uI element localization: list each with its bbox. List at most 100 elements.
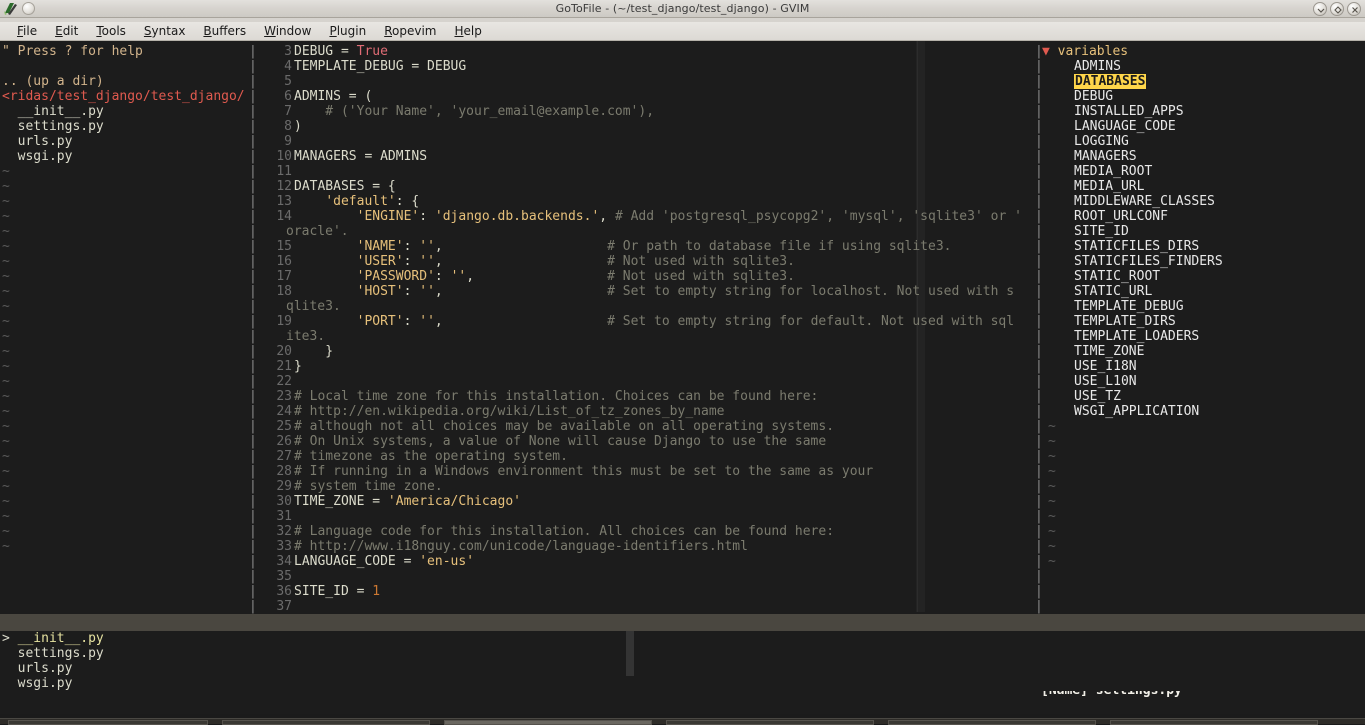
code-line-text[interactable]: oracle'. <box>286 224 349 239</box>
taskbar-item[interactable] <box>1110 720 1318 725</box>
taskbar-item[interactable] <box>222 720 430 725</box>
code-line-text[interactable]: # system time zone. <box>294 479 443 494</box>
explorer-file-item[interactable]: wsgi.py <box>2 149 73 164</box>
gotofile-result-item[interactable]: settings.py <box>2 646 104 661</box>
menu-bar[interactable]: File Edit Tools Syntax Buffers Window Plugin Ro… <box>0 22 1365 41</box>
desktop-taskbar[interactable] <box>0 718 1365 725</box>
code-line-text[interactable]: MANAGERS = ADMINS <box>294 149 427 164</box>
code-line-text[interactable]: qlite3. <box>286 299 341 314</box>
gotofile-scrollbar[interactable] <box>626 631 634 676</box>
explorer-file-item[interactable]: __init__.py <box>2 104 104 119</box>
code-line-text[interactable]: # although not all choices may be availa… <box>294 419 834 434</box>
taglist-empty-line-marker: ~ <box>1048 524 1056 539</box>
taglist-item-language_code[interactable]: LANGUAGE_CODE <box>1074 119 1176 134</box>
taglist-item-admins[interactable]: ADMINS <box>1074 59 1121 74</box>
taglist-item-managers[interactable]: MANAGERS <box>1074 149 1137 164</box>
taglist-empty-line-marker: ~ <box>1048 464 1056 479</box>
code-line-text[interactable]: ite3. <box>286 329 325 344</box>
taglist-item-media_url[interactable]: MEDIA_URL <box>1074 179 1144 194</box>
menu-item-ropevim[interactable]: Ropevim <box>375 22 445 40</box>
code-line-text[interactable]: } <box>294 344 333 359</box>
gotofile-scrollbar-thumb[interactable] <box>626 631 634 676</box>
menu-item-file[interactable]: File <box>8 22 46 40</box>
taskbar-item-active[interactable] <box>444 720 652 725</box>
taglist-empty-line-marker: ~ <box>1048 509 1056 524</box>
taglist-item-debug[interactable]: DEBUG <box>1074 89 1113 104</box>
file-explorer-pane[interactable]: " Press ? for help .. (up a dir) <ridas/te… <box>0 41 250 612</box>
taglist-item-wsgi_application[interactable]: WSGI_APPLICATION <box>1074 404 1199 419</box>
code-line-text[interactable]: ) <box>294 119 302 134</box>
code-line-text[interactable]: 'PORT': '', # Set to empty string for de… <box>294 314 1014 329</box>
taglist-item-time_zone[interactable]: TIME_ZONE <box>1074 344 1144 359</box>
taglist-item-root_urlconf[interactable]: ROOT_URLCONF <box>1074 209 1168 224</box>
code-line-text[interactable]: # http://en.wikipedia.org/wiki/List_of_t… <box>294 404 724 419</box>
code-line-text[interactable]: # Local time zone for this installation.… <box>294 389 818 404</box>
code-line-text[interactable]: # timezone as the operating system. <box>294 449 568 464</box>
explorer-file-item[interactable]: settings.py <box>2 119 104 134</box>
taglist-group-header[interactable]: ▼ variables <box>1042 44 1128 59</box>
gotofile-result-item[interactable]: wsgi.py <box>2 676 73 691</box>
menu-item-syntax[interactable]: Syntax <box>135 22 195 40</box>
code-line-text[interactable]: 'ENGINE': 'django.db.backends.', # Add '… <box>294 209 1022 224</box>
gotofile-result-item[interactable]: > __init__.py <box>2 631 104 646</box>
taglist-item-use_l10n[interactable]: USE_L10N <box>1074 374 1137 389</box>
code-line-text[interactable]: DEBUG = True <box>294 44 388 59</box>
code-line-text[interactable]: # http://www.i18nguy.com/unicode/languag… <box>294 539 748 554</box>
taglist-item-static_url[interactable]: STATIC_URL <box>1074 284 1152 299</box>
taglist-item-static_root[interactable]: STATIC_ROOT <box>1074 269 1160 284</box>
code-line-text[interactable]: } <box>294 359 302 374</box>
code-token: : <box>403 239 420 254</box>
code-line-text[interactable]: TEMPLATE_DEBUG = DEBUG <box>294 59 466 74</box>
close-button[interactable] <box>1347 2 1361 16</box>
taglist-item-databases[interactable]: DATABASES <box>1074 74 1147 89</box>
code-line-text[interactable]: # On Unix systems, a value of None will … <box>294 434 826 449</box>
taskbar-item[interactable] <box>888 720 1096 725</box>
code-line-text[interactable]: # If running in a Windows environment th… <box>294 464 873 479</box>
taglist-item-staticfiles_finders[interactable]: STATICFILES_FINDERS <box>1074 254 1223 269</box>
taglist-item-template_loaders[interactable]: TEMPLATE_LOADERS <box>1074 329 1199 344</box>
code-line-text[interactable]: 'USER': '', # Not used with sqlite3. <box>294 254 795 269</box>
code-line-text[interactable]: LANGUAGE_CODE = 'en-us' <box>294 554 474 569</box>
code-line-text[interactable]: ADMINS = ( <box>294 89 372 104</box>
code-token: # On Unix systems, a value of None will … <box>294 434 827 449</box>
taglist-item-middleware_classes[interactable]: MIDDLEWARE_CLASSES <box>1074 194 1215 209</box>
code-line-text[interactable]: 'HOST': '', # Set to empty string for lo… <box>294 284 1014 299</box>
taglist-item-staticfiles_dirs[interactable]: STATICFILES_DIRS <box>1074 239 1199 254</box>
code-line-text[interactable]: SITE_ID = 1 <box>294 584 380 599</box>
code-line-text[interactable]: 'PASSWORD': '', # Not used with sqlite3. <box>294 269 795 284</box>
code-line-text[interactable]: # Language code for this installation. A… <box>294 524 834 539</box>
taglist-item-use_tz[interactable]: USE_TZ <box>1074 389 1121 404</box>
taglist-item-use_i18n[interactable]: USE_I18N <box>1074 359 1137 374</box>
code-line-text[interactable]: 'default': { <box>294 194 419 209</box>
code-editor-pane[interactable]: 3 DEBUG = True 4 TEMPLATE_DEBUG = DEBUG 5 6 AD… <box>258 41 1037 612</box>
code-line-text[interactable]: TIME_ZONE = 'America/Chicago' <box>294 494 521 509</box>
code-line-text[interactable]: # ('Your Name', 'your_email@example.com'… <box>294 104 654 119</box>
taglist-item-template_debug[interactable]: TEMPLATE_DEBUG <box>1074 299 1184 314</box>
gotofile-results-list[interactable]: > __init__.py settings.py urls.py wsgi.p… <box>0 631 1365 691</box>
taglist-item-template_dirs[interactable]: TEMPLATE_DIRS <box>1074 314 1176 329</box>
code-token: '' <box>419 314 435 329</box>
explorer-empty-line-marker: ~ <box>2 419 10 434</box>
menu-item-buffers[interactable]: Buffers <box>194 22 255 40</box>
explorer-file-item[interactable]: urls.py <box>2 134 73 149</box>
code-line-text[interactable]: 'NAME': '', # Or path to database file i… <box>294 239 952 254</box>
taglist-pane[interactable]: ▼ variables ADMINS DATABASES DEBUG INSTALLED… <box>1042 41 1365 612</box>
menu-item-edit[interactable]: Edit <box>46 22 87 40</box>
code-token: ite3. <box>286 329 326 344</box>
maximize-button[interactable] <box>1330 2 1344 16</box>
taglist-item-media_root[interactable]: MEDIA_ROOT <box>1074 164 1152 179</box>
taskbar-item[interactable] <box>8 720 208 725</box>
window-controls[interactable] <box>1313 2 1361 16</box>
taglist-item-installed_apps[interactable]: INSTALLED_APPS <box>1074 104 1184 119</box>
taglist-item-site_id[interactable]: SITE_ID <box>1074 224 1129 239</box>
menu-item-plugin[interactable]: Plugin <box>320 22 375 40</box>
code-line-text[interactable]: DATABASES = { <box>294 179 396 194</box>
menu-item-help[interactable]: Help <box>445 22 490 40</box>
taglist-item-logging[interactable]: LOGGING <box>1074 134 1129 149</box>
minimize-button[interactable] <box>1313 2 1327 16</box>
menu-item-tools[interactable]: Tools <box>87 22 135 40</box>
menu-item-window[interactable]: Window <box>255 22 320 40</box>
gotofile-result-item[interactable]: urls.py <box>2 661 73 676</box>
taskbar-item[interactable] <box>666 720 874 725</box>
taglist-empty-line-marker: ~ <box>1048 539 1056 554</box>
